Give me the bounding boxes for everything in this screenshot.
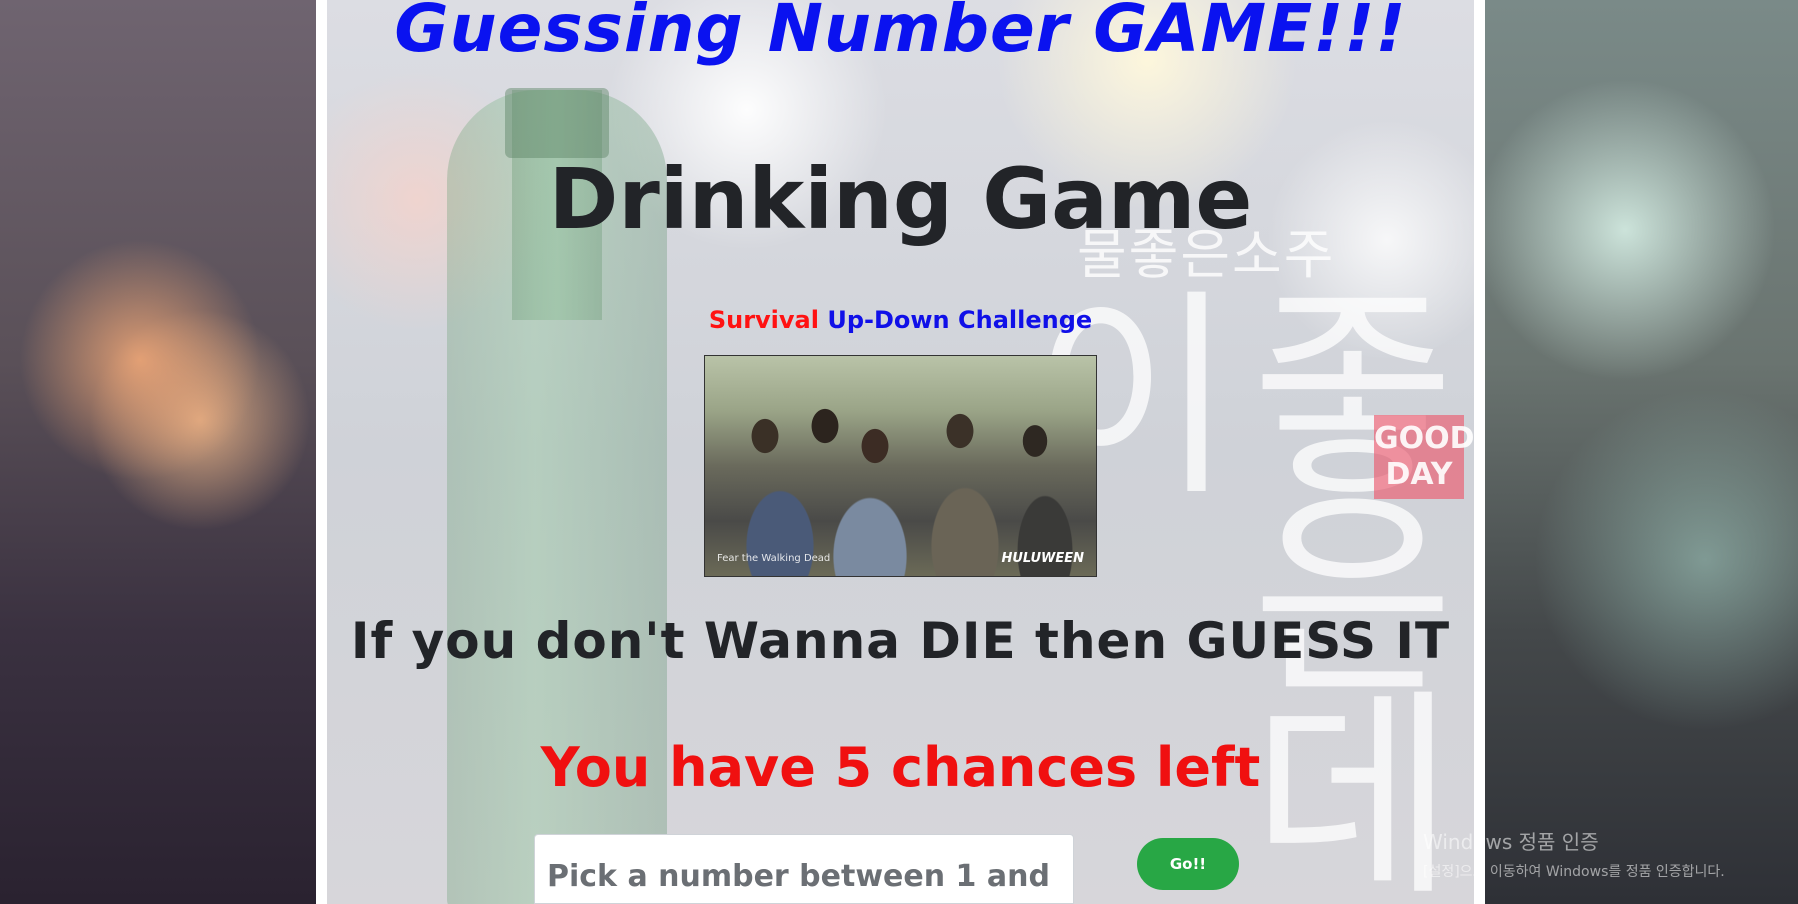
content-panel: 물좋은소주 좋은데이 GOOD DAY Guessing Number GAME… [327, 0, 1474, 904]
zombie-gif-image: Fear the Walking Dead HULUWEEN [704, 355, 1097, 577]
main-container: 물좋은소주 좋은데이 GOOD DAY Guessing Number GAME… [316, 0, 1485, 904]
soju-bottle-cap [505, 88, 609, 158]
page-title: Guessing Number GAME!!! [394, 0, 1407, 67]
windows-activation-watermark: Windows 정품 인증 [설정]으로 이동하여 Windows를 정품 인증… [1423, 826, 1725, 881]
challenge-word-updown: Up-Down Challenge [827, 306, 1093, 334]
background-bokeh-right [1485, 0, 1798, 904]
chances-left-text: You have 5 chances left [540, 736, 1261, 799]
watermark-title: Windows 정품 인증 [1423, 830, 1599, 854]
guess-number-input[interactable] [534, 834, 1074, 904]
gif-caption-logo: HULUWEEN [1001, 551, 1084, 566]
warning-message: If you don't Wanna DIE then GUESS IT [350, 612, 1451, 670]
challenge-word-survival: Survival [708, 306, 819, 334]
page-subtitle: Drinking Game [548, 150, 1253, 248]
challenge-heading: Survival Up-Down Challenge [327, 306, 1474, 334]
good-day-seal: GOOD DAY [1374, 415, 1474, 499]
gif-caption-left: Fear the Walking Dead [717, 553, 831, 564]
watermark-subtitle: [설정]으로 이동하여 Windows를 정품 인증합니다. [1423, 864, 1725, 880]
go-button[interactable]: Go!! [1137, 838, 1239, 890]
zombie-crowd-illustration [705, 376, 1096, 576]
